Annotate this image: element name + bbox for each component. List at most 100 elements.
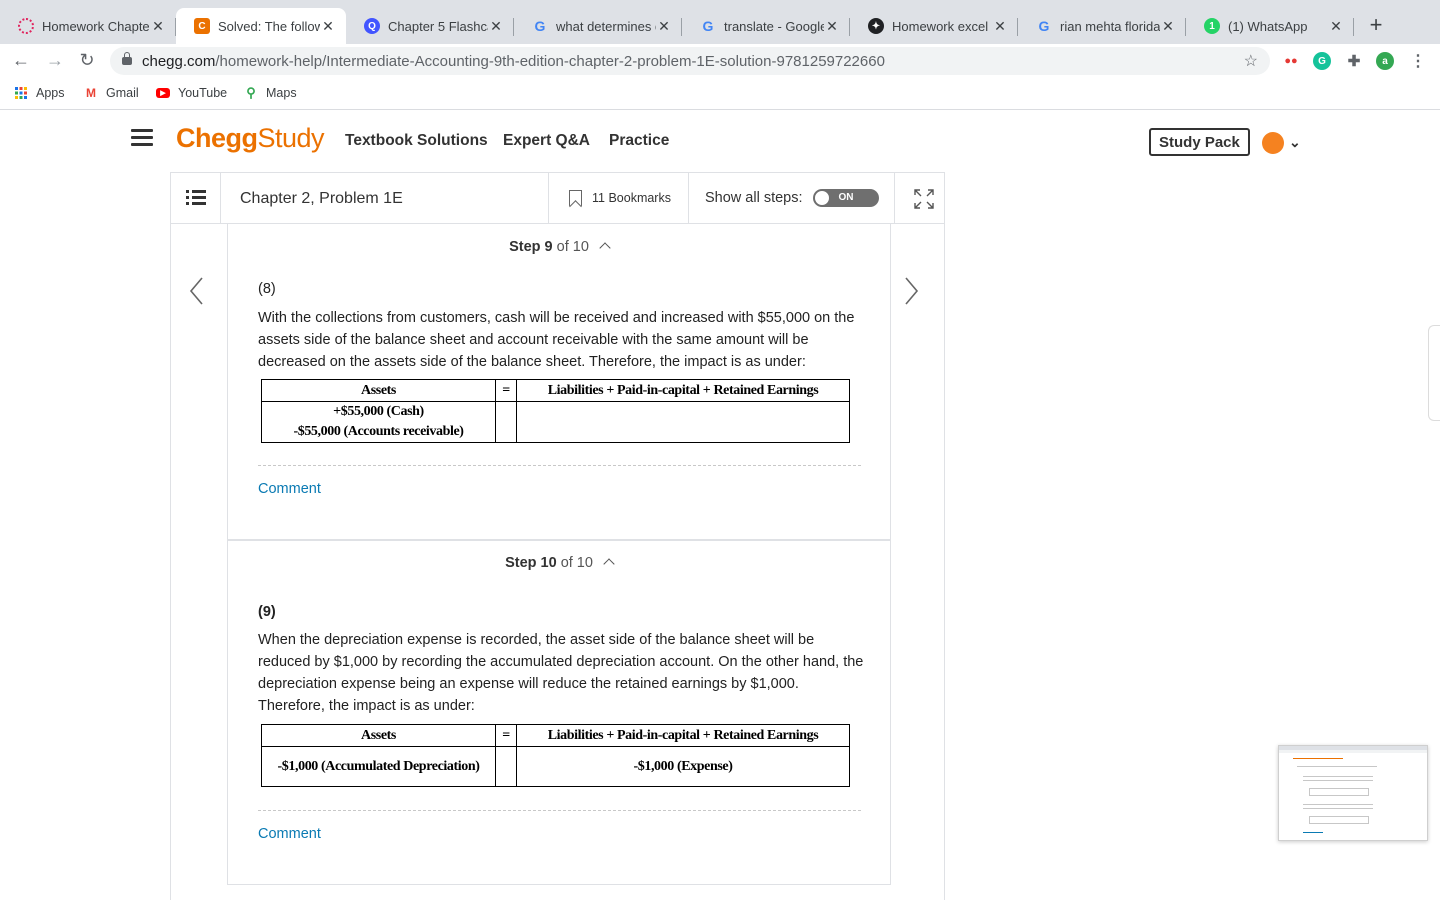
accounting-equation-table: Assets = Liabilities + Paid-in-capital +… <box>261 379 850 443</box>
url-text[interactable]: chegg.com/homework-help/Intermediate-Acc… <box>142 53 885 70</box>
browser-menu-icon[interactable]: ⋮ <box>1409 52 1427 70</box>
browser-tab-strip: Homework Chapte ✕ C Solved: The follow ✕… <box>0 0 1440 44</box>
table-row: -$1,000 (Accumulated Depreciation) -$1,0… <box>261 746 850 787</box>
table-cell-equals <box>495 401 517 443</box>
puzzle-extensions-icon[interactable]: ✚ <box>1345 52 1363 70</box>
browser-tab[interactable]: Homework Chapte ✕ <box>0 8 176 44</box>
nav-practice[interactable]: Practice <box>609 132 669 150</box>
back-arrow-icon[interactable]: ← <box>10 50 32 71</box>
browser-tab-active[interactable]: C Solved: The follow ✕ <box>176 8 346 44</box>
google-icon: G <box>534 18 546 34</box>
chevron-down-icon[interactable]: ⌄ <box>1289 134 1301 151</box>
openai-icon <box>18 18 34 34</box>
youtube-icon: ▶ <box>156 88 170 98</box>
chegg-icon: C <box>194 18 210 34</box>
google-icon: G <box>702 18 714 34</box>
gmail-icon: M <box>86 86 96 100</box>
browser-tab[interactable]: G translate - Google ✕ <box>682 8 850 44</box>
step-explanation: With the collections from customers, cas… <box>258 310 855 370</box>
step-number: (8) <box>258 281 276 297</box>
problem-title: Chapter 2, Problem 1E <box>221 173 549 223</box>
previous-step-chevron-icon[interactable] <box>187 276 207 306</box>
browser-tab[interactable]: ✦ Homework excel | ✕ <box>850 8 1018 44</box>
table-row: +$55,000 (Cash) -$55,000 (Accounts recei… <box>261 401 850 443</box>
tab-separator <box>1353 18 1354 36</box>
browser-tab[interactable]: 1 (1) WhatsApp ✕ <box>1186 8 1354 44</box>
new-tab-button[interactable]: + <box>1364 12 1388 38</box>
step-header[interactable]: Step 10 of 10 <box>228 555 890 571</box>
hamburger-menu-icon[interactable] <box>131 129 153 147</box>
close-tab-icon[interactable]: ✕ <box>992 18 1008 35</box>
forward-arrow-icon[interactable]: → <box>44 50 66 71</box>
profile-avatar[interactable]: a <box>1376 52 1394 70</box>
reload-icon[interactable]: ↻ <box>76 50 98 71</box>
accounting-equation-table: Assets = Liabilities + Paid-in-capital +… <box>261 724 850 787</box>
table-cell-assets: -$1,000 (Accumulated Depreciation) <box>261 746 496 787</box>
table-cell-equals <box>495 746 517 787</box>
comment-link[interactable]: Comment <box>258 826 321 842</box>
next-step-chevron-icon[interactable] <box>901 276 921 306</box>
problem-toolbar: Chapter 2, Problem 1E 11 Bookmarks Show … <box>170 172 945 224</box>
table-cell-liabilities <box>516 401 850 443</box>
table-header-equals: = <box>495 379 517 402</box>
side-panel-handle[interactable] <box>1428 325 1440 421</box>
step-card-9: Step 9 of 10 (8) With the collections fr… <box>227 224 891 540</box>
google-icon: G <box>1038 18 1050 34</box>
table-header-row: Assets = Liabilities + Paid-in-capital +… <box>261 379 850 402</box>
browser-tab[interactable]: G what determines d ✕ <box>514 8 682 44</box>
chevron-up-icon[interactable] <box>599 242 611 254</box>
bookmarks-button[interactable]: 11 Bookmarks <box>549 173 689 223</box>
close-tab-icon[interactable]: ✕ <box>1328 18 1344 35</box>
close-tab-icon[interactable]: ✕ <box>150 18 166 35</box>
study-pack-button[interactable]: Study Pack <box>1149 128 1250 156</box>
bookmark-star-icon[interactable]: ☆ <box>1244 51 1258 71</box>
table-header-assets: Assets <box>261 724 496 747</box>
browser-tab[interactable]: G rian mehta florida ✕ <box>1018 8 1186 44</box>
table-header-liabilities: Liabilities + Paid-in-capital + Retained… <box>516 379 850 402</box>
extension-icon[interactable]: ●● <box>1282 52 1300 70</box>
step-header[interactable]: Step 9 of 10 <box>228 239 890 255</box>
table-header-assets: Assets <box>261 379 496 402</box>
comment-divider <box>258 810 861 811</box>
chegg-study-logo[interactable]: CheggStudy <box>176 123 325 154</box>
list-icon[interactable] <box>171 173 221 223</box>
show-all-steps-toggle[interactable]: ON <box>812 189 879 207</box>
close-tab-icon[interactable]: ✕ <box>488 18 504 35</box>
table-header-row: Assets = Liabilities + Paid-in-capital +… <box>261 724 850 747</box>
expand-icon[interactable] <box>895 173 944 223</box>
comment-divider <box>258 465 861 466</box>
browser-tab[interactable]: Q Chapter 5 Flashca ✕ <box>346 8 514 44</box>
openai-icon: ✦ <box>868 18 884 34</box>
nav-expert-qa[interactable]: Expert Q&A <box>503 132 590 150</box>
lock-icon[interactable] <box>122 52 132 65</box>
nav-textbook-solutions[interactable]: Textbook Solutions <box>345 132 488 150</box>
close-tab-icon[interactable]: ✕ <box>656 18 672 35</box>
close-tab-icon[interactable]: ✕ <box>1160 18 1176 35</box>
url-bar[interactable]: chegg.com/homework-help/Intermediate-Acc… <box>110 47 1270 75</box>
toggle-knob <box>813 190 830 206</box>
bookmark-apps[interactable]: Apps <box>14 86 65 100</box>
table-cell-liabilities: -$1,000 (Expense) <box>516 746 850 787</box>
table-header-equals: = <box>495 724 517 747</box>
step-number: (9) <box>258 604 276 620</box>
bookmark-gmail[interactable]: M Gmail <box>84 86 139 100</box>
close-tab-icon[interactable]: ✕ <box>320 18 336 35</box>
step-card-10: Step 10 of 10 (9) When the depreciation … <box>227 540 891 885</box>
close-tab-icon[interactable]: ✕ <box>824 18 840 35</box>
show-all-steps: Show all steps: ON <box>689 173 895 223</box>
bookmark-maps[interactable]: ⚲ Maps <box>244 85 296 100</box>
table-header-liabilities: Liabilities + Paid-in-capital + Retained… <box>516 724 850 747</box>
screenshot-thumbnail[interactable] <box>1278 745 1428 841</box>
chevron-up-icon[interactable] <box>603 558 615 570</box>
user-avatar[interactable] <box>1262 132 1284 154</box>
step-explanation: When the depreciation expense is recorde… <box>258 632 864 714</box>
maps-pin-icon: ⚲ <box>246 85 256 100</box>
apps-grid-icon <box>14 86 28 100</box>
bookmark-icon <box>569 190 582 206</box>
whatsapp-icon: 1 <box>1204 18 1220 34</box>
bookmark-youtube[interactable]: ▶ YouTube <box>156 86 227 100</box>
table-cell-assets: +$55,000 (Cash) -$55,000 (Accounts recei… <box>261 401 496 443</box>
grammarly-icon[interactable]: G <box>1313 52 1331 70</box>
comment-link[interactable]: Comment <box>258 481 321 497</box>
solution-panel: Step 9 of 10 (8) With the collections fr… <box>170 224 945 900</box>
